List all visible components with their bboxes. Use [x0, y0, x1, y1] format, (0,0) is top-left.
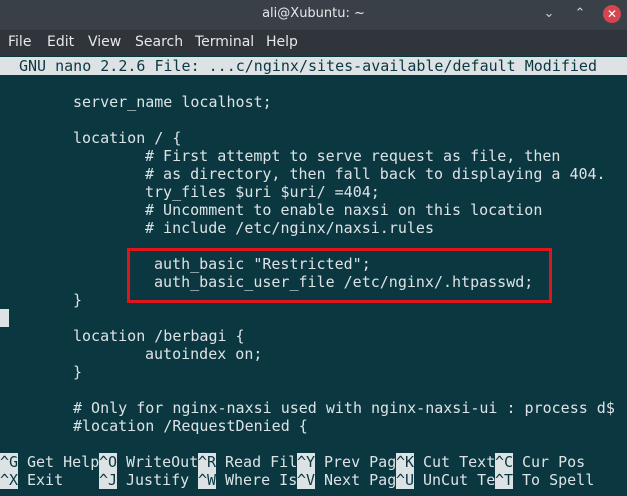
title-bar[interactable]: ali@Xubuntu: ~ ⌄ ⌃ ✕ — [0, 0, 627, 30]
code-line: # include /etc/nginx/naxsi.rules — [145, 219, 434, 237]
shortcut-key: ^X — [0, 471, 19, 489]
code-line: server_name localhost; — [73, 93, 272, 111]
menu-edit[interactable]: Edit — [47, 34, 74, 50]
nano-header-text: GNU nano 2.2.6 File: ...c/nginx/sites-av… — [19, 57, 597, 75]
menu-bar: File Edit View Search Terminal Help — [0, 30, 627, 56]
menu-file[interactable]: File — [8, 34, 31, 50]
shortcut-bar-row1: ^G Get Help ^O WriteOut ^R Read Fil ^Y P… — [0, 453, 627, 471]
shortcut-key: ^T — [495, 471, 514, 489]
code-line: autoindex on; — [145, 345, 263, 363]
code-line: # Only for nginx-naxsi used with nginx-n… — [73, 399, 615, 417]
shortcut-label: WriteOut — [126, 453, 199, 471]
code-line: # First attempt to serve request as file… — [145, 147, 561, 165]
shortcut-label: Read Fil — [225, 453, 298, 471]
shortcut-label: UnCut Te — [423, 471, 496, 489]
minimize-icon[interactable]: ⌄ — [540, 5, 558, 23]
maximize-icon[interactable]: ⌃ — [571, 5, 589, 23]
shortcut-label: Prev Pag — [324, 453, 397, 471]
code-line: #location /RequestDenied { — [73, 417, 308, 435]
shortcut-label: Get Help — [27, 453, 100, 471]
window-title: ali@Xubuntu: ~ — [262, 6, 365, 21]
shortcut-key: ^O — [99, 453, 118, 471]
shortcut-key: ^V — [297, 471, 316, 489]
code-line: location /berbagi { — [73, 327, 245, 345]
menu-view[interactable]: View — [88, 34, 121, 50]
shortcut-label: Cut Text — [423, 453, 496, 471]
shortcut-key: ^W — [198, 471, 217, 489]
code-line: location / { — [73, 129, 182, 147]
terminal-window: ali@Xubuntu: ~ ⌄ ⌃ ✕ File Edit View Sear… — [0, 0, 627, 496]
shortcut-label: Where Is — [225, 471, 298, 489]
shortcut-key: ^U — [396, 471, 415, 489]
shortcut-label: To Spell — [522, 471, 595, 489]
shortcut-key: ^C — [495, 453, 514, 471]
shortcut-key: ^K — [396, 453, 415, 471]
menu-terminal[interactable]: Terminal — [195, 34, 254, 50]
shortcut-label: Cur Pos — [522, 453, 586, 471]
menu-search[interactable]: Search — [135, 34, 183, 50]
code-line: try_files $uri $uri/ =404; — [145, 183, 380, 201]
menu-help[interactable]: Help — [266, 34, 298, 50]
close-icon[interactable]: ✕ — [603, 5, 621, 23]
shortcut-label: Justify — [126, 471, 190, 489]
highlight-box — [127, 248, 552, 303]
shortcut-label: Next Pag — [324, 471, 397, 489]
text-cursor — [0, 309, 9, 327]
shortcut-label: Exit — [27, 471, 64, 489]
shortcut-key: ^G — [0, 453, 19, 471]
code-line: # Uncomment to enable naxsi on this loca… — [145, 201, 543, 219]
shortcut-key: ^R — [198, 453, 217, 471]
shortcut-key: ^J — [99, 471, 118, 489]
code-line: } — [73, 291, 83, 309]
shortcut-bar-row2: ^X Exit ^J Justify ^W Where Is ^V Next P… — [0, 471, 627, 489]
nano-header: GNU nano 2.2.6 File: ...c/nginx/sites-av… — [0, 57, 627, 75]
shortcut-key: ^Y — [297, 453, 316, 471]
code-line: } — [73, 363, 83, 381]
code-line: # as directory, then fall back to displa… — [145, 165, 606, 183]
